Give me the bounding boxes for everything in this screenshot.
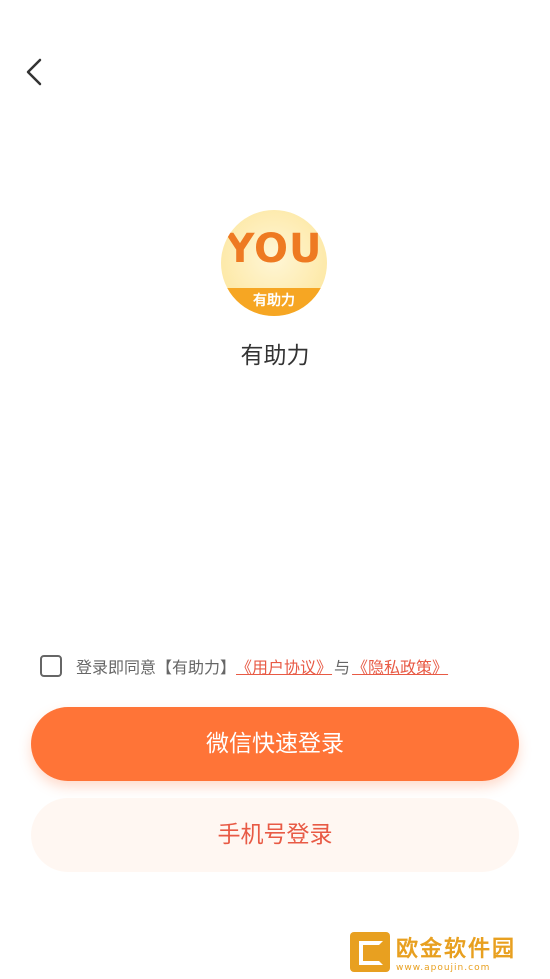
logo-band: 有助力 xyxy=(221,288,327,316)
agreement-prefix: 登录即同意【有助力】 xyxy=(76,658,237,677)
watermark-title: 欧金软件园 xyxy=(396,937,517,962)
agreement-conjunction: 与 xyxy=(334,658,351,677)
agreement-checkbox[interactable] xyxy=(40,655,62,677)
app-logo: YOU 有助力 xyxy=(221,210,327,316)
agreement-row: 登录即同意【有助力】 《用户协议》 与 《隐私政策》 xyxy=(40,651,448,681)
watermark-logo-icon xyxy=(350,932,390,972)
privacy-policy-link[interactable]: 《隐私政策》 xyxy=(352,654,448,678)
logo-word: YOU xyxy=(225,226,323,272)
wechat-login-button[interactable]: 微信快速登录 xyxy=(31,707,519,781)
phone-login-button[interactable]: 手机号登录 xyxy=(31,798,519,872)
chevron-left-icon xyxy=(26,58,42,86)
app-name: 有助力 xyxy=(240,343,310,369)
watermark-url: www.apoujin.com xyxy=(396,963,491,973)
user-agreement-link[interactable]: 《用户协议》 xyxy=(236,654,332,678)
back-button[interactable] xyxy=(18,52,54,92)
watermark: 欧金软件园 www.apoujin.com xyxy=(350,930,544,974)
